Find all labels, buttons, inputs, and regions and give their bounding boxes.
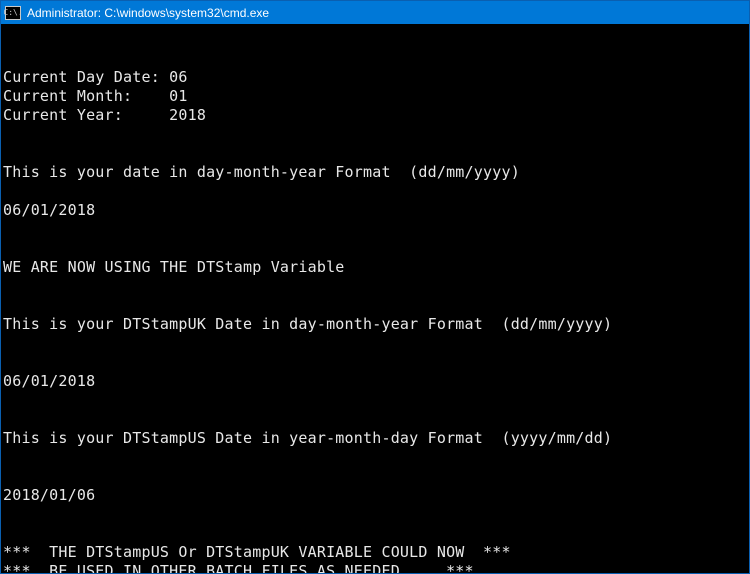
output-line: WE ARE NOW USING THE DTStamp Variable: [3, 258, 345, 276]
output-line: 2018/01/06: [3, 486, 95, 504]
output-line: Current Year: 2018: [3, 106, 206, 124]
output-line: This is your date in day-month-year Form…: [3, 163, 520, 181]
output-line: This is your DTStampUS Date in year-mont…: [3, 429, 612, 447]
titlebar[interactable]: C:\. Administrator: C:\windows\system32\…: [1, 1, 749, 24]
terminal-output[interactable]: Current Day Date: 06 Current Month: 01 C…: [1, 24, 749, 573]
output-line: *** BE USED IN OTHER BATCH FILES AS NEED…: [3, 562, 474, 573]
output-line: *** THE DTStampUS Or DTStampUK VARIABLE …: [3, 543, 511, 561]
output-line: 06/01/2018: [3, 372, 95, 390]
output-line: 06/01/2018: [3, 201, 95, 219]
cmd-window: C:\. Administrator: C:\windows\system32\…: [0, 0, 750, 574]
window-title: Administrator: C:\windows\system32\cmd.e…: [27, 6, 269, 20]
output-line: Current Day Date: 06: [3, 68, 188, 86]
cmd-icon: C:\.: [5, 6, 21, 20]
output-line: This is your DTStampUK Date in day-month…: [3, 315, 612, 333]
output-line: Current Month: 01: [3, 87, 188, 105]
